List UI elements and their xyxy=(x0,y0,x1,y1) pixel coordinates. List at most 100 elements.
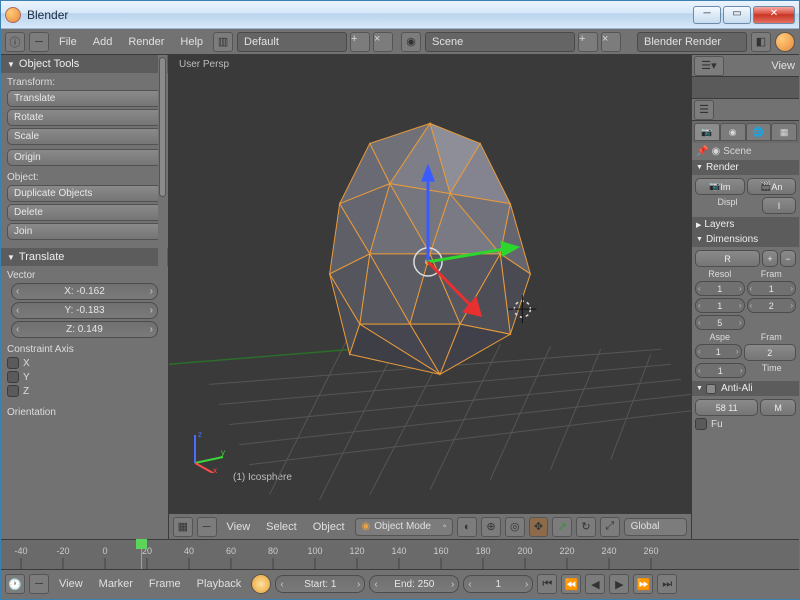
display-selector[interactable]: I xyxy=(762,197,796,214)
res-y-field[interactable]: 1 xyxy=(695,298,745,313)
mode-selector[interactable]: ◉Object Mode◦ xyxy=(355,518,454,536)
manipulator-icon[interactable]: ✥ xyxy=(529,517,549,537)
preset-add-button[interactable]: + xyxy=(762,250,778,267)
scale-button[interactable]: Scale xyxy=(7,128,162,145)
timeline-editor-icon[interactable]: 🕐 xyxy=(5,574,25,594)
tl-menu-marker[interactable]: Marker xyxy=(93,578,139,590)
pivot2-icon[interactable]: ◎ xyxy=(505,517,525,537)
viewport-collapse-icon[interactable]: ─ xyxy=(197,517,217,537)
current-frame-field[interactable]: 1 xyxy=(463,575,533,593)
timeline-track[interactable]: -40-200204060801001201401601802002202402… xyxy=(1,540,799,570)
left-scrollbar[interactable] xyxy=(158,55,167,539)
jump-end-icon[interactable]: ⏭ xyxy=(657,574,677,594)
delete-button[interactable]: Delete xyxy=(7,204,162,221)
render-panel-header[interactable]: Render xyxy=(692,160,799,175)
collapse-icon[interactable]: ─ xyxy=(29,32,49,52)
object-tools-header[interactable]: Object Tools xyxy=(1,55,168,73)
tl-menu-view[interactable]: View xyxy=(53,578,89,590)
render-anim-button[interactable]: 🎬An xyxy=(747,178,797,195)
full-sample-check[interactable]: Fu xyxy=(695,418,723,430)
aa-samples-field[interactable]: 58 11 xyxy=(695,399,758,416)
manip-scale-icon[interactable]: ⤢ xyxy=(600,517,620,537)
end-frame-field[interactable]: End: 250 xyxy=(369,575,459,593)
res-pct-field[interactable]: 5 xyxy=(695,315,745,330)
vector-z-field[interactable]: Z: 0.149 xyxy=(11,321,158,338)
scene-add-button[interactable]: + xyxy=(578,32,598,52)
aspect-y-field[interactable]: 1 xyxy=(695,363,746,378)
play-reverse-icon[interactable]: ◀ xyxy=(585,574,605,594)
tl-menu-playback[interactable]: Playback xyxy=(191,578,248,590)
play-icon[interactable]: ▶ xyxy=(609,574,629,594)
vector-y-field[interactable]: Y: -0.183 xyxy=(11,302,158,319)
scene-field[interactable]: Scene xyxy=(425,32,575,52)
tab-scene-icon[interactable]: ◉ xyxy=(720,123,746,141)
tab-object-icon[interactable]: ▦ xyxy=(771,123,797,141)
dimensions-panel-header[interactable]: Dimensions xyxy=(692,232,799,247)
start-frame-field[interactable]: Start: 1 xyxy=(275,575,365,593)
outliner-view[interactable]: View xyxy=(769,60,797,72)
pivot-icon[interactable]: ⊕ xyxy=(481,517,501,537)
manip-translate-icon[interactable]: ↗ xyxy=(552,517,572,537)
layout-del-button[interactable]: × xyxy=(373,32,393,52)
join-button[interactable]: Join xyxy=(7,223,162,240)
tab-world-icon[interactable]: 🌐 xyxy=(746,123,772,141)
close-button[interactable]: ✕ xyxy=(753,6,795,24)
playhead[interactable] xyxy=(141,540,142,569)
vp-menu-object[interactable]: Object xyxy=(307,521,351,533)
scene-browse-icon[interactable]: ◉ xyxy=(401,32,421,52)
menu-render[interactable]: Render xyxy=(122,36,170,48)
svg-text:40: 40 xyxy=(184,546,194,556)
render-engine-field[interactable]: Blender Render xyxy=(637,32,747,52)
antialias-panel-header[interactable]: Anti-Ali xyxy=(692,381,799,396)
menu-add[interactable]: Add xyxy=(87,36,119,48)
frame-start-field[interactable]: 1 xyxy=(747,281,797,296)
tl-menu-frame[interactable]: Frame xyxy=(143,578,187,590)
layout-field[interactable]: Default xyxy=(237,32,347,52)
editor-type-icon[interactable]: ⓘ xyxy=(5,32,25,52)
keyframe-next-icon[interactable]: ⏩ xyxy=(633,574,653,594)
constraint-x-check[interactable]: X xyxy=(7,357,162,369)
manip-rotate-icon[interactable]: ↻ xyxy=(576,517,596,537)
preset-selector[interactable]: R xyxy=(695,250,760,267)
translate-button[interactable]: Translate xyxy=(7,90,162,107)
outliner-editor-icon[interactable]: ☰▾ xyxy=(694,56,724,76)
menu-help[interactable]: Help xyxy=(174,36,209,48)
aspect-x-field[interactable]: 1 xyxy=(695,344,742,359)
scene-del-button[interactable]: × xyxy=(601,32,621,52)
layout-add-button[interactable]: + xyxy=(350,32,370,52)
render-image-button[interactable]: 📷Im xyxy=(695,178,745,195)
menu-file[interactable]: File xyxy=(53,36,83,48)
shading-icon[interactable]: ◐ xyxy=(457,517,477,537)
constraint-y-check[interactable]: Y xyxy=(7,371,162,383)
fps-field[interactable]: 2 xyxy=(744,344,797,361)
3d-viewport[interactable]: User Persp (1) Icosphere xyxy=(169,55,691,513)
properties-editor-icon[interactable]: ☰ xyxy=(694,100,714,120)
pin-icon[interactable]: 📌 xyxy=(696,146,708,157)
layers-panel-header[interactable]: Layers xyxy=(692,217,799,232)
maximize-button[interactable]: ▭ xyxy=(723,6,751,24)
vp-menu-view[interactable]: View xyxy=(221,521,257,533)
res-x-field[interactable]: 1 xyxy=(695,281,745,296)
preset-del-button[interactable]: − xyxy=(780,250,796,267)
orientation-selector[interactable]: Global xyxy=(624,518,687,536)
origin-button[interactable]: Origin xyxy=(7,149,162,166)
svg-text:-40: -40 xyxy=(14,546,27,556)
screen-browse-icon[interactable]: ▥ xyxy=(213,32,233,52)
engine-dropdown-icon[interactable]: ◧ xyxy=(751,32,771,52)
viewport-editor-icon[interactable]: ▦ xyxy=(173,517,193,537)
jump-start-icon[interactable]: ⏮ xyxy=(537,574,557,594)
vp-menu-select[interactable]: Select xyxy=(260,521,303,533)
tab-render-icon[interactable]: 📷 xyxy=(694,123,720,141)
rotate-button[interactable]: Rotate xyxy=(7,109,162,126)
keyframe-prev-icon[interactable]: ⏪ xyxy=(561,574,581,594)
aa-filter-field[interactable]: M xyxy=(760,399,796,416)
frame-end-field[interactable]: 2 xyxy=(747,298,797,313)
scene-datablock-icon[interactable]: ◉ xyxy=(711,146,720,157)
constraint-z-check[interactable]: Z xyxy=(7,385,162,397)
record-icon[interactable] xyxy=(251,574,271,594)
minimize-button[interactable]: ─ xyxy=(693,6,721,24)
timeline-collapse-icon[interactable]: ─ xyxy=(29,574,49,594)
vector-x-field[interactable]: X: -0.162 xyxy=(11,283,158,300)
duplicate-button[interactable]: Duplicate Objects xyxy=(7,185,162,202)
translate-panel-header[interactable]: Translate xyxy=(1,248,168,266)
